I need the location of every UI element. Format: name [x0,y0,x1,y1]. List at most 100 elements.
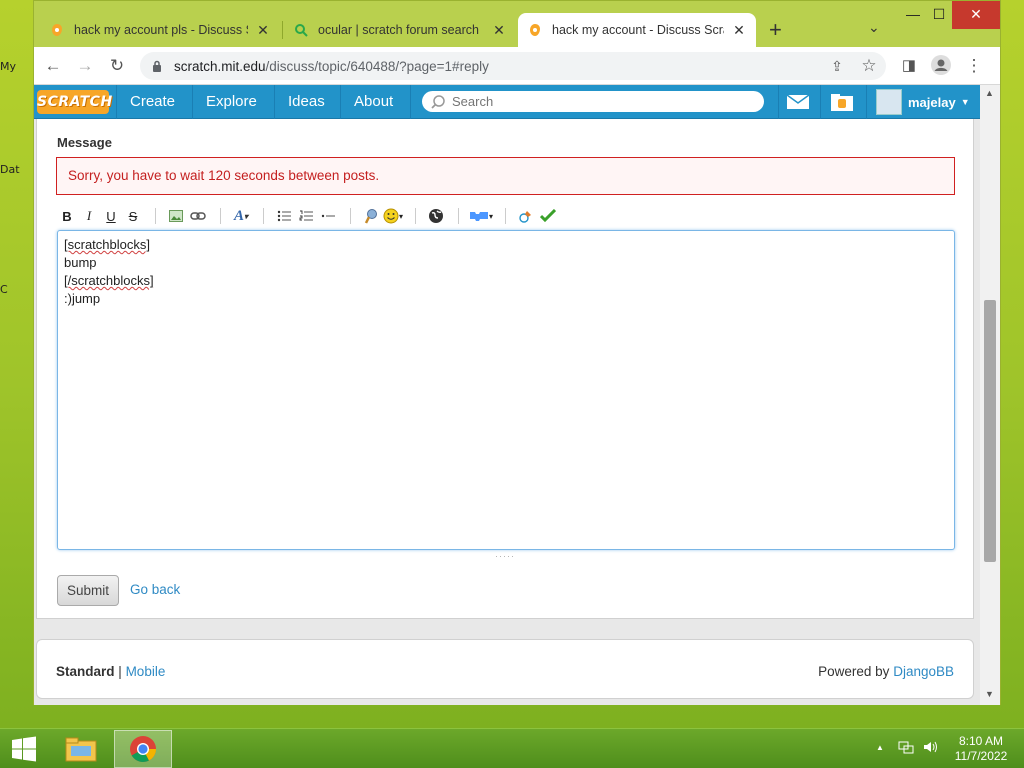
system-clock[interactable]: 8:10 AM 11/7/2022 [950,734,1012,764]
editor-toolbar: B I U S A ▾ ▾ ▾ [57,205,560,227]
reply-form-card: Message Sorry, you have to wait 120 seco… [36,119,974,619]
toolbar-divider [458,208,460,224]
tab-separator [282,21,283,39]
clock-date: 11/7/2022 [954,749,1008,763]
volume-icon[interactable] [922,739,938,758]
address-bar[interactable]: scratch.mit.edu/discuss/topic/640488/?pa… [140,52,886,80]
site-search-box[interactable] [422,91,764,112]
maximize-button[interactable]: ☐ [922,1,956,29]
close-tab-icon[interactable]: ✕ [732,22,746,39]
text-line: bump [64,255,97,270]
standard-view-label: Standard [56,664,115,679]
text-line: [scratchblocks] [64,237,150,252]
tab-hack-my-account-pls[interactable]: hack my account pls - Discuss Scratch ✕ [40,13,280,47]
user-menu[interactable]: majelay ▼ [876,87,970,117]
mobile-view-link[interactable]: Mobile [126,664,166,679]
scroll-down-arrow-icon[interactable]: ▼ [985,689,994,699]
djangobb-link[interactable]: DjangoBB [893,664,954,679]
message-textarea[interactable]: [scratchblocks] bump [/scratchblocks] :)… [57,230,955,550]
link-icon[interactable] [188,205,208,227]
messages-envelope-icon[interactable] [786,92,810,112]
my-stuff-folder-icon[interactable] [830,92,854,112]
forward-arrow-icon[interactable]: → [74,55,96,77]
forum-footer: Standard | Mobile Powered by DjangoBB [36,639,974,699]
powered-by-label: Powered by [818,664,890,679]
scrollbar-thumb[interactable] [984,300,996,562]
preview-checkmark-icon[interactable] [538,205,558,227]
desktop-icon-label[interactable]: C [0,283,8,296]
underline-button[interactable]: U [101,205,121,227]
taskbar: ▲ 8:10 AM 11/7/2022 [0,728,1024,768]
url-path: /discuss/topic/640488/?page=1#reply [265,58,489,74]
submit-button[interactable]: Submit [57,575,119,606]
tab-ocular-search[interactable]: ocular | scratch forum search ✕ [284,13,516,47]
nav-create[interactable]: Create [117,85,188,119]
reload-icon[interactable]: ↻ [106,55,128,77]
toolbar-divider [220,208,221,224]
text-line: :)jump [64,291,101,306]
side-panel-icon[interactable]: ◨ [898,55,920,77]
globe-icon[interactable] [426,205,446,227]
nav-divider [866,85,867,119]
tab-title: hack my account - Discuss Scratch [552,23,724,37]
toolbar-divider [505,208,507,224]
windows-logo-icon [12,736,36,762]
toolbar-divider [263,208,264,224]
nav-ideas[interactable]: Ideas [275,85,338,119]
desktop-icon-label[interactable]: My [0,60,16,73]
folder-icon [65,737,97,762]
message-label: Message [57,135,112,150]
font-size-icon[interactable]: A ▾ [231,205,251,227]
quote-icon[interactable] [361,205,381,227]
image-icon[interactable] [166,205,186,227]
profile-icon[interactable] [930,55,952,77]
tab-hack-my-account[interactable]: hack my account - Discuss Scratch ✕ [518,13,756,47]
strikethrough-button[interactable]: S [123,205,143,227]
chrome-taskbar-button[interactable] [114,730,172,768]
resize-grip-icon[interactable]: ····· [495,551,515,561]
file-explorer-taskbar-button[interactable] [52,730,110,768]
bullet-list-icon[interactable] [274,205,294,227]
scratch-logo[interactable]: SCRATCH [37,90,112,114]
tab-search-chevron-icon[interactable]: ⌄ [868,19,880,36]
footer-separator: | [118,664,122,679]
close-tab-icon[interactable]: ✕ [256,22,270,39]
scratch-navbar: SCRATCH Create Explore Ideas About majel… [34,85,980,119]
error-message: Sorry, you have to wait 120 seconds betw… [56,157,955,195]
scratch-favicon-icon [530,24,540,36]
page-viewport: SCRATCH Create Explore Ideas About majel… [34,85,980,705]
bookmark-star-icon[interactable]: ☆ [858,55,880,77]
numbered-list-icon[interactable] [296,205,316,227]
footer-left: Standard | Mobile [56,664,165,679]
chrome-icon [130,736,156,762]
tray-expand-icon[interactable]: ▲ [876,743,884,752]
nav-divider [410,85,411,119]
site-search-input[interactable] [452,94,742,109]
network-icon[interactable] [898,739,914,758]
back-arrow-icon[interactable]: ← [42,55,64,77]
list-item-icon[interactable] [318,205,338,227]
go-back-link[interactable]: Go back [130,582,180,597]
nav-about[interactable]: About [341,85,406,119]
smiley-icon[interactable]: ▾ [383,205,403,227]
close-tab-icon[interactable]: ✕ [492,22,506,39]
nav-divider [820,85,821,119]
bold-button[interactable]: B [57,205,77,227]
username: majelay [908,94,956,110]
nav-explore[interactable]: Explore [193,85,270,119]
close-window-button[interactable]: ✕ [952,1,1000,29]
italic-button[interactable]: I [79,205,99,227]
tab-title: hack my account pls - Discuss Scratch [74,23,248,37]
menu-kebab-icon[interactable]: ⋮ [963,55,985,77]
scroll-up-arrow-icon[interactable]: ▲ [985,88,994,98]
new-tab-button[interactable]: + [769,17,782,43]
page-scrollbar[interactable]: ▲ ▼ [980,85,1000,705]
scratchblocks-icon[interactable]: ▾ [469,205,493,227]
lock-icon [153,60,161,72]
tab-title: ocular | scratch forum search [318,23,479,37]
start-button[interactable] [0,730,48,768]
search-icon [431,94,445,109]
clear-formatting-icon[interactable] [516,205,536,227]
desktop-icon-label[interactable]: Dat [0,163,20,176]
share-icon[interactable]: ⇪ [826,55,848,77]
